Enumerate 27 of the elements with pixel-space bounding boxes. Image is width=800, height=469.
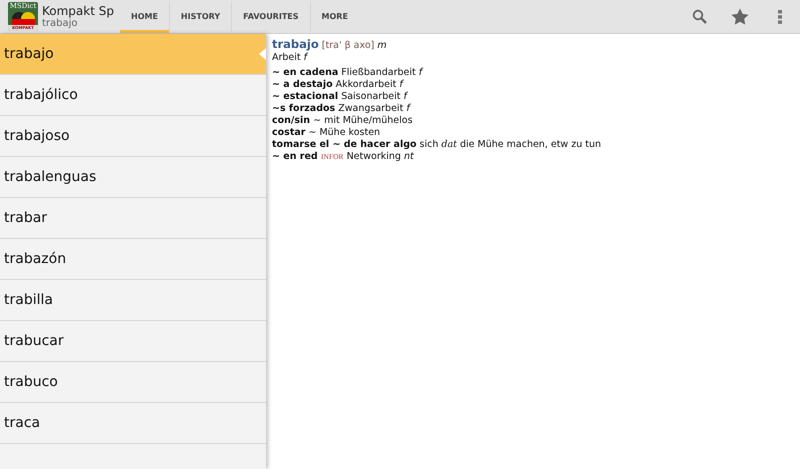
entry-line: ~s forzados Zwangsarbeit f: [272, 103, 412, 115]
current-word: trabajo: [42, 18, 79, 30]
word-list-item[interactable]: trabajoso: [0, 116, 266, 157]
word-list-item[interactable]: trabazón: [0, 239, 266, 280]
nav-tab[interactable]: MORE: [310, 0, 359, 33]
entry-line: con/sin ~ mit Mühe/mühelos: [272, 115, 414, 127]
word-list-item[interactable]: trabuco: [0, 362, 266, 403]
star-icon: [731, 8, 749, 25]
menu-icon: [778, 10, 782, 24]
word-list-item[interactable]: traca: [0, 403, 266, 444]
word-list-item[interactable]: trabajo: [0, 34, 266, 75]
entry-heading: trabajo [tra' β axo] m: [272, 38, 388, 52]
entry-line: ~ estacional Saisonarbeit f: [272, 91, 409, 103]
word-list-item[interactable]: trabar: [0, 198, 266, 239]
word-list-item[interactable]: trabajólico: [0, 75, 266, 116]
search-icon: [692, 8, 708, 24]
entry-line: ~ en cadena Fließbandarbeit f: [272, 67, 424, 79]
word-list-item[interactable]: trabalenguas: [0, 157, 266, 198]
word-list-item[interactable]: trabucar: [0, 321, 266, 362]
word-list-item[interactable]: trabilla: [0, 280, 266, 321]
nav-tab[interactable]: FAVOURITES: [231, 0, 310, 33]
app-title: Kompakt Sp: [42, 4, 115, 18]
entry-line: ~ a destajo Akkordarbeit f: [272, 79, 405, 91]
entry-line: Arbeit f: [272, 52, 309, 64]
nav-tab[interactable]: HISTORY: [168, 0, 232, 33]
entry-line: tomarse el ~ de hacer algo sich dat die Mühe machen, etw zu tun: [272, 139, 602, 151]
entry-line: costar ~ Mühe kosten: [272, 127, 382, 139]
